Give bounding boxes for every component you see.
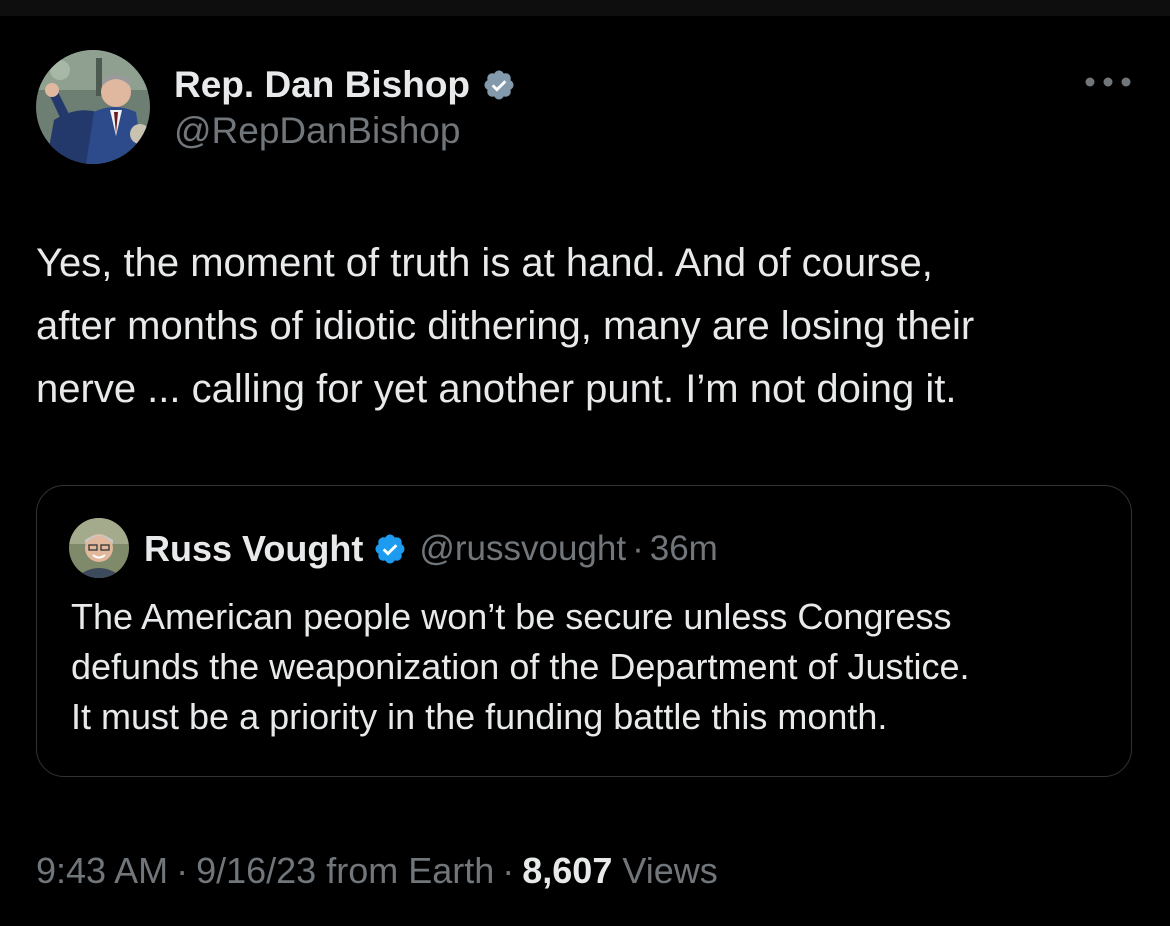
meta-separator: · <box>176 850 189 891</box>
quoted-author-name[interactable]: Russ Vought <box>144 528 363 570</box>
author-handle[interactable]: @RepDanBishop <box>174 110 460 152</box>
top-bar <box>0 0 1170 16</box>
author-name[interactable]: Rep. Dan Bishop <box>174 64 470 106</box>
author-avatar[interactable] <box>36 50 150 164</box>
more-icon[interactable] <box>1082 68 1134 96</box>
views-label: Views <box>622 850 718 891</box>
verified-badge-icon <box>375 534 405 564</box>
views-count[interactable]: 8,607 <box>522 850 612 892</box>
verified-badge-icon <box>484 70 514 100</box>
author-name-row: Rep. Dan Bishop <box>174 62 516 108</box>
quoted-author-handle[interactable]: @russvought <box>419 529 626 569</box>
quoted-separator: · <box>632 529 644 568</box>
tweet-time[interactable]: 9:43 AM <box>36 850 168 892</box>
tweet-text: Yes, the moment of truth is at hand. And… <box>36 241 975 411</box>
meta-separator: · <box>502 850 515 891</box>
quoted-tweet-card[interactable]: Russ Vought @russvought · 36m The Americ… <box>36 485 1132 777</box>
quoted-author-avatar[interactable] <box>69 518 129 578</box>
quoted-tweet-header: Russ Vought @russvought · 36m <box>144 526 718 572</box>
quoted-timestamp[interactable]: 36m <box>650 529 718 569</box>
tweet-date-source[interactable]: 9/16/23 from Earth <box>196 850 494 892</box>
tweet-meta: 9:43 AM · 9/16/23 from Earth · 8,607 Vie… <box>36 846 718 896</box>
quoted-tweet-text: The American people won’t be secure unle… <box>71 596 970 737</box>
